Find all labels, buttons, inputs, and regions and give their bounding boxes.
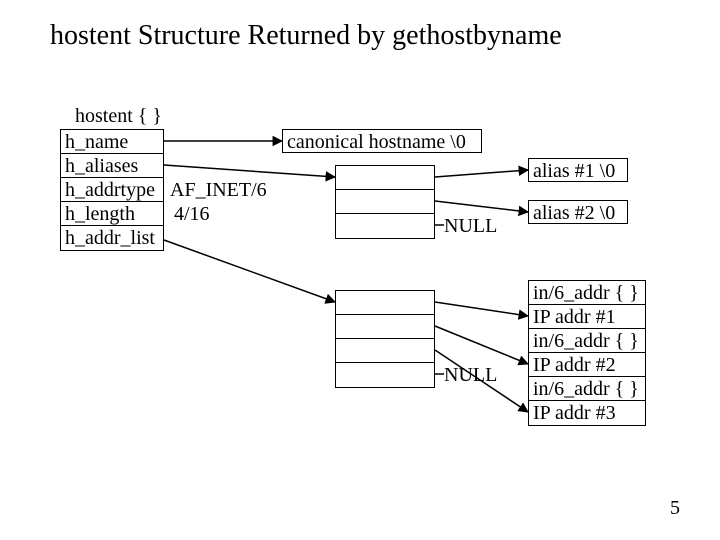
field-h-name: h_name <box>61 130 163 154</box>
addr-ptr-3 <box>336 363 434 387</box>
length-value: 4/16 <box>174 203 210 226</box>
alias2-box: alias #2 \0 <box>528 200 628 224</box>
alias-null-label: NULL <box>444 215 497 238</box>
alias-ptr-0 <box>336 166 434 190</box>
addr-ptr-0 <box>336 291 434 315</box>
hostent-struct-box: h_name h_aliases h_addrtype h_length h_a… <box>60 129 164 251</box>
in6addr-row-1: IP addr #1 <box>529 305 645 329</box>
in6addr-row-3: IP addr #2 <box>529 353 645 377</box>
addr-null-label: NULL <box>444 364 497 387</box>
in6addr-row-5: IP addr #3 <box>529 401 645 425</box>
in6addr-list-box: in/6_addr { } IP addr #1 in/6_addr { } I… <box>528 280 646 426</box>
alias-ptr-1 <box>336 190 434 214</box>
slide: hostent Structure Returned by gethostbyn… <box>0 0 720 540</box>
in6addr-row-4: in/6_addr { } <box>529 377 645 401</box>
addrtype-value: AF_INET/6 <box>170 179 267 202</box>
struct-caption: hostent { } <box>75 105 162 128</box>
addr-ptr-1 <box>336 315 434 339</box>
field-h-length: h_length <box>61 202 163 226</box>
diagram-arrows <box>0 0 720 540</box>
field-h-aliases: h_aliases <box>61 154 163 178</box>
page-number: 5 <box>670 497 680 520</box>
alias1-text: alias #1 \0 <box>529 159 627 183</box>
field-h-addrtype: h_addrtype <box>61 178 163 202</box>
alias-pointer-array <box>335 165 435 239</box>
field-h-addr-list: h_addr_list <box>61 226 163 250</box>
alias-ptr-2 <box>336 214 434 238</box>
alias2-text: alias #2 \0 <box>529 201 627 225</box>
in6addr-row-2: in/6_addr { } <box>529 329 645 353</box>
alias1-box: alias #1 \0 <box>528 158 628 182</box>
addr-ptr-2 <box>336 339 434 363</box>
addr-pointer-array <box>335 290 435 388</box>
slide-title: hostent Structure Returned by gethostbyn… <box>50 20 562 52</box>
in6addr-row-0: in/6_addr { } <box>529 281 645 305</box>
canonical-hostname-box: canonical hostname \0 <box>282 129 482 153</box>
canonical-hostname-text: canonical hostname \0 <box>283 130 481 154</box>
